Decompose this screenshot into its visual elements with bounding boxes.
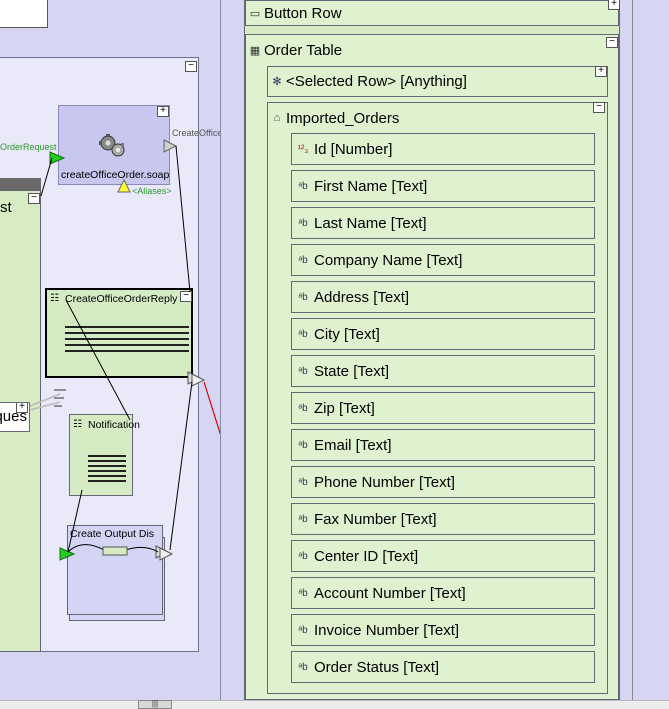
field-label: Id [Number] bbox=[314, 140, 393, 158]
table-icon: ▦ bbox=[249, 44, 261, 57]
output-node[interactable]: Create Output Dis bbox=[67, 525, 163, 615]
field-label: Order Status [Text] bbox=[314, 658, 440, 676]
field-row-last-name[interactable]: ᵃb Last Name [Text] bbox=[291, 207, 595, 239]
text-icon: ᵃb bbox=[298, 291, 308, 303]
field-label: Fax Number [Text] bbox=[314, 510, 437, 528]
document-icon: ☷ bbox=[73, 419, 82, 430]
collapse-icon[interactable]: − bbox=[28, 193, 40, 204]
expand-icon[interactable]: + bbox=[608, 0, 620, 10]
document-icon: ☷ bbox=[50, 293, 59, 304]
text-icon: ᵃb bbox=[298, 587, 308, 599]
text-icon: ᵃb bbox=[298, 328, 308, 340]
ques-node[interactable]: ques + bbox=[0, 402, 30, 432]
field-row-email[interactable]: ᵃb Email [Text] bbox=[291, 429, 595, 461]
horizontal-scrollbar[interactable] bbox=[0, 700, 669, 709]
field-label: Last Name [Text] bbox=[314, 214, 427, 232]
text-icon: ᵃb bbox=[298, 513, 308, 525]
text-icon: ᵃb bbox=[298, 254, 308, 266]
notification-node-label: Notification bbox=[88, 419, 140, 431]
text-icon: ᵃb bbox=[298, 365, 308, 377]
field-row-city[interactable]: ᵃb City [Text] bbox=[291, 318, 595, 350]
selected-row-node[interactable]: ✻ <Selected Row> [Anything] + bbox=[267, 66, 608, 97]
panel-header-strip bbox=[0, 178, 41, 190]
button-row-icon: ▭ bbox=[249, 7, 261, 20]
collapse-icon[interactable]: − bbox=[180, 291, 192, 302]
button-row-node[interactable]: ▭ Button Row + bbox=[245, 0, 620, 26]
soap-node[interactable]: + createOfficeOrder.soap bbox=[58, 105, 170, 185]
imported-orders-label: Imported_Orders bbox=[286, 109, 400, 127]
field-row-fax-number[interactable]: ᵃb Fax Number [Text] bbox=[291, 503, 595, 535]
text-icon: ᵃb bbox=[298, 550, 308, 562]
text-icon: ᵃb bbox=[298, 180, 308, 192]
field-row-company-name[interactable]: ᵃb Company Name [Text] bbox=[291, 244, 595, 276]
collapse-icon[interactable]: − bbox=[593, 102, 605, 113]
expand-icon[interactable]: + bbox=[16, 403, 28, 413]
field-row-state[interactable]: ᵃb State [Text] bbox=[291, 355, 595, 387]
gears-icon bbox=[99, 134, 125, 157]
expand-icon[interactable]: + bbox=[595, 66, 607, 77]
document-lines bbox=[65, 326, 189, 356]
field-row-first-name[interactable]: ᵃb First Name [Text] bbox=[291, 170, 595, 202]
field-label: Phone Number [Text] bbox=[314, 473, 455, 491]
notification-node[interactable]: ☷ Notification bbox=[69, 414, 140, 496]
reply-node[interactable]: ☷ CreateOfficeOrderReply − bbox=[45, 288, 193, 378]
record-icon: ⌂ bbox=[273, 112, 281, 124]
aliases-label: <Aliases> bbox=[132, 186, 172, 196]
expand-icon[interactable]: + bbox=[157, 106, 169, 117]
field-label: First Name [Text] bbox=[314, 177, 428, 195]
soap-node-label: createOfficeOrder.soap bbox=[61, 169, 170, 181]
field-label: Company Name [Text] bbox=[314, 251, 463, 269]
selected-row-icon: ✻ bbox=[272, 76, 282, 88]
text-icon: ᵃb bbox=[298, 661, 308, 673]
number-icon: ¹²₃ bbox=[297, 143, 309, 155]
selected-row-label: <Selected Row> [Anything] bbox=[286, 73, 467, 90]
field-label: State [Text] bbox=[314, 362, 390, 380]
field-row-order-status[interactable]: ᵃb Order Status [Text] bbox=[291, 651, 595, 683]
reply-node-label: CreateOfficeOrderReply bbox=[65, 293, 178, 305]
field-row-phone-number[interactable]: ᵃb Phone Number [Text] bbox=[291, 466, 595, 498]
field-row-address[interactable]: ᵃb Address [Text] bbox=[291, 281, 595, 313]
field-label: Center ID [Text] bbox=[314, 547, 419, 565]
field-row-center-id[interactable]: ᵃb Center ID [Text] bbox=[291, 540, 595, 572]
collapse-icon[interactable]: − bbox=[185, 61, 197, 72]
field-row-account-number[interactable]: ᵃb Account Number [Text] bbox=[291, 577, 595, 609]
field-row-invoice-number[interactable]: ᵃb Invoice Number [Text] bbox=[291, 614, 595, 646]
field-row-zip[interactable]: ᵃb Zip [Text] bbox=[291, 392, 595, 424]
text-icon: ᵃb bbox=[298, 402, 308, 414]
tree-panel-rail bbox=[632, 0, 669, 700]
order-table-label: Order Table bbox=[264, 41, 343, 59]
text-icon: ᵃb bbox=[298, 439, 308, 451]
document-lines bbox=[88, 455, 126, 485]
text-icon: ᵃb bbox=[298, 217, 308, 229]
field-label: Invoice Number [Text] bbox=[314, 621, 460, 639]
field-label: Address [Text] bbox=[314, 288, 410, 306]
text-icon: ᵃb bbox=[298, 624, 308, 636]
field-label: City [Text] bbox=[314, 325, 380, 343]
output-node-label: Create Output Dis bbox=[70, 528, 155, 540]
field-label: Zip [Text] bbox=[314, 399, 375, 417]
in-port-label: OrderRequest bbox=[0, 142, 57, 152]
scrollbar-thumb[interactable]: ||| bbox=[138, 700, 172, 709]
collapse-icon[interactable]: − bbox=[606, 37, 618, 48]
button-row-label: Button Row bbox=[264, 4, 342, 22]
canvas-node-fragment[interactable] bbox=[0, 0, 48, 28]
field-label: Account Number [Text] bbox=[314, 584, 466, 602]
text-icon: ᵃb bbox=[298, 476, 308, 488]
field-row-id[interactable]: ¹²₃ Id [Number] bbox=[291, 133, 595, 165]
field-label: Email [Text] bbox=[314, 436, 392, 454]
list-panel-label: st bbox=[0, 199, 12, 216]
